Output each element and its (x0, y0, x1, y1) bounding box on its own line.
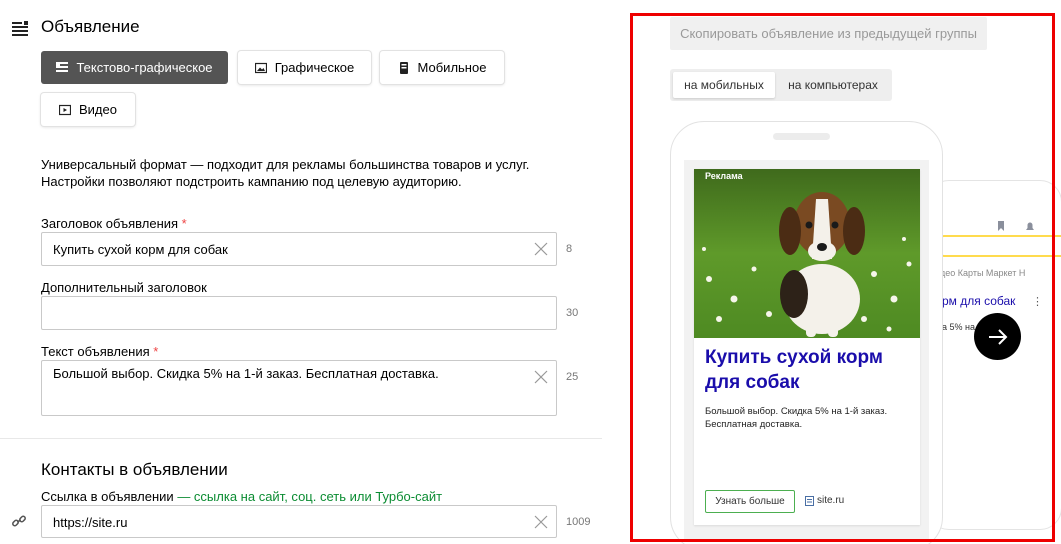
text-counter: 25 (566, 371, 579, 383)
clear-icon[interactable] (534, 515, 548, 529)
clear-icon[interactable] (534, 242, 548, 256)
divider (0, 438, 602, 439)
link-icon (12, 515, 26, 527)
sub-headline-counter: 30 (566, 307, 579, 319)
text-value: Большой выбор. Скидка 5% на 1-й заказ. Б… (53, 366, 439, 381)
format-text-image-button[interactable]: Текстово-графическое (41, 51, 228, 84)
mobile-icon (399, 61, 408, 74)
link-hint: — ссылка на сайт, соц. сеть или Турбо-са… (177, 489, 443, 504)
format-video-button[interactable]: Видео (41, 93, 135, 126)
sub-headline-input[interactable] (41, 296, 557, 330)
format-label: Мобильное (417, 60, 487, 75)
headline-counter: 8 (566, 243, 573, 255)
section-title: Объявление (41, 17, 140, 36)
preview-highlight-frame (630, 13, 1055, 542)
contacts-title: Контакты в объявлении (41, 460, 228, 479)
sub-headline-label: Дополнительный заголовок (41, 280, 207, 295)
headline-label: Заголовок объявления * (41, 216, 187, 231)
text-label: Текст объявления * (41, 344, 159, 359)
link-counter: 1009 (566, 516, 591, 528)
video-icon (59, 104, 71, 115)
format-label: Видео (79, 102, 117, 117)
link-value: https://site.ru (53, 515, 128, 530)
clear-icon[interactable] (534, 370, 548, 384)
headline-input[interactable]: Купить сухой корм для собак (41, 232, 557, 266)
list-icon (12, 21, 28, 36)
link-input[interactable]: https://site.ru (41, 505, 557, 538)
format-image-button[interactable]: Графическое (238, 51, 371, 84)
headline-value: Купить сухой корм для собак (53, 242, 228, 257)
format-description: Универсальный формат — подходит для рекл… (41, 157, 530, 189)
text-image-icon (56, 61, 69, 72)
image-icon (254, 62, 267, 73)
format-label: Графическое (274, 60, 355, 75)
format-label: Текстово-графическое (76, 60, 213, 75)
link-label: Ссылка в объявлении — ссылка на сайт, со… (41, 489, 443, 504)
text-input[interactable]: Большой выбор. Скидка 5% на 1-й заказ. Б… (41, 360, 557, 416)
format-mobile-button[interactable]: Мобильное (380, 51, 504, 84)
